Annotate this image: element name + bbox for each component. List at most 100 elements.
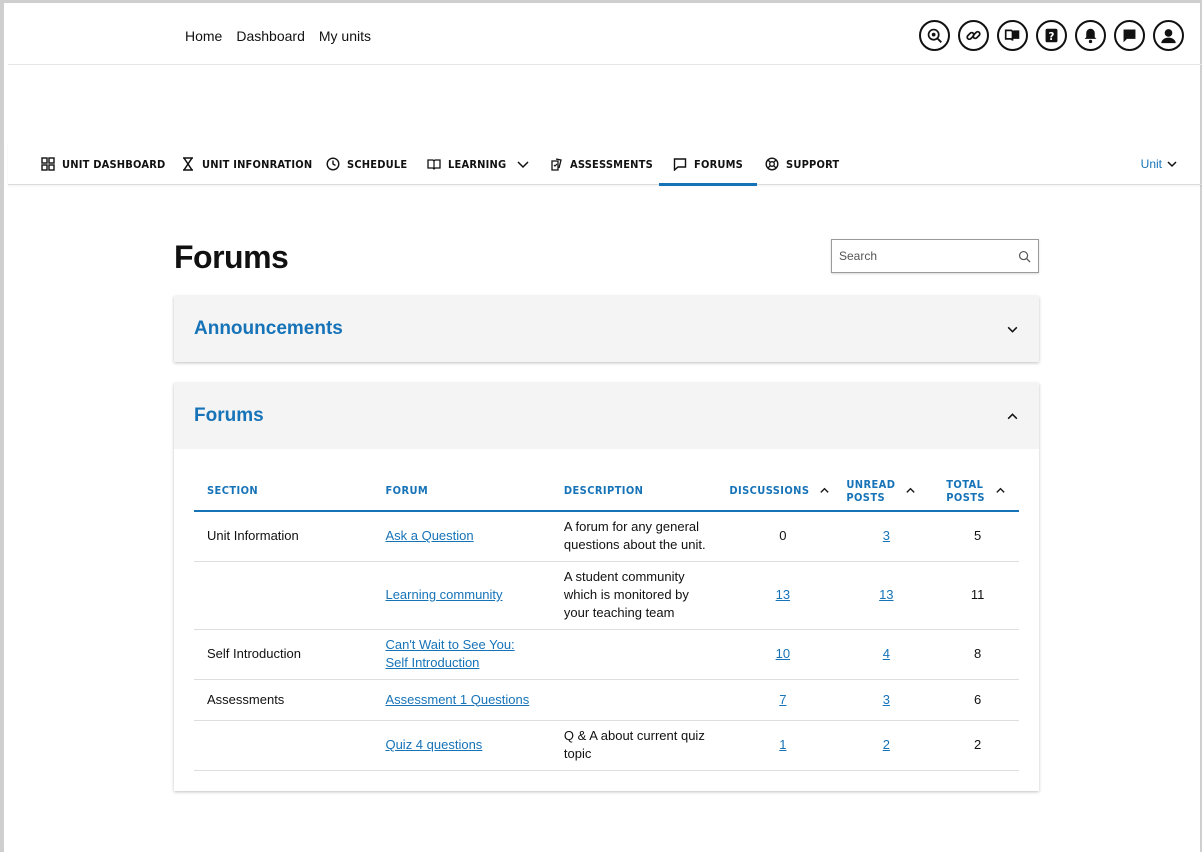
total-cell: 6 xyxy=(936,679,1019,721)
nav-forums[interactable]: FORUMS xyxy=(658,143,758,186)
announcements-panel: Announcements xyxy=(174,296,1039,362)
nav-schedule[interactable]: SCHEDULE xyxy=(326,143,407,185)
unread-link[interactable]: 4 xyxy=(883,646,890,661)
description-cell: Q & A about current quiz topic xyxy=(550,720,730,771)
unit-selector-label: Unit xyxy=(1140,157,1162,171)
discussions-link[interactable]: 1 xyxy=(779,737,786,752)
forums-table: SECTION FORUM DESCRIPTION DISCUSSIONS UN… xyxy=(194,469,1019,771)
unread-cell: 2 xyxy=(836,720,937,771)
sort-up-icon xyxy=(906,487,915,493)
unread-link[interactable]: 13 xyxy=(879,587,893,602)
forum-link[interactable]: Assessment 1 Questions xyxy=(385,692,529,707)
total-posts-label: TOTAL POSTS xyxy=(946,478,985,504)
forum-link[interactable]: Ask a Question xyxy=(385,528,473,543)
section-cell xyxy=(194,561,373,630)
section-cell: Unit Information xyxy=(194,511,373,562)
lifebuoy-icon xyxy=(765,157,779,171)
forums-panel: Forums SECTION FORUM DESCRIPTION DISCUSS… xyxy=(174,383,1039,791)
dashboard-link[interactable]: Dashboard xyxy=(236,28,305,44)
chevron-up-icon xyxy=(1007,412,1018,419)
forum-icon xyxy=(673,158,687,171)
section-cell: Self Introduction xyxy=(194,629,373,680)
hourglass-icon xyxy=(183,157,193,171)
table-row: Self Introduction Can't Wait to See You:… xyxy=(194,629,1019,680)
nav-label: ASSESSMENTS xyxy=(570,157,653,171)
forum-link[interactable]: Learning community xyxy=(385,587,502,602)
total-cell: 8 xyxy=(936,629,1019,680)
sort-up-icon xyxy=(996,487,1005,493)
forum-cell: Can't Wait to See You: Self Introduction xyxy=(372,629,551,680)
forum-link[interactable]: Quiz 4 questions xyxy=(385,737,482,752)
search-input[interactable] xyxy=(839,249,1009,263)
sort-up-icon xyxy=(820,487,830,493)
nav-unit-dashboard[interactable]: UNIT DASHBOARD xyxy=(41,143,165,185)
column-header-unread-posts[interactable]: UNREAD POSTS xyxy=(836,469,937,512)
forum-cell: Learning community xyxy=(372,561,551,630)
nav-unit-information[interactable]: UNIT INFONRATION xyxy=(181,143,312,185)
discussions-cell: 13 xyxy=(729,561,837,630)
description-cell: A forum for any general questions about … xyxy=(550,511,730,562)
svg-text:?: ? xyxy=(1049,32,1055,43)
discussions-cell: 1 xyxy=(729,720,837,771)
unread-cell: 3 xyxy=(836,511,937,562)
accessibility-icon[interactable] xyxy=(919,20,950,51)
table-row: Unit Information Ask a Question A forum … xyxy=(194,511,1019,562)
grid-icon xyxy=(41,157,55,171)
forum-link[interactable]: Can't Wait to See You: Self Introduction xyxy=(385,637,514,670)
search-icon[interactable] xyxy=(1018,250,1031,263)
total-cell: 11 xyxy=(936,561,1019,630)
help-icon[interactable]: ? xyxy=(1036,20,1067,51)
nav-assessments[interactable]: ASSESSMENTS xyxy=(549,143,653,185)
forum-cell: Ask a Question xyxy=(372,511,551,562)
section-cell: Assessments xyxy=(194,679,373,721)
column-header-total-posts[interactable]: TOTAL POSTS xyxy=(936,469,1019,512)
unread-link[interactable]: 2 xyxy=(883,737,890,752)
column-header-discussions[interactable]: DISCUSSIONS xyxy=(729,469,837,512)
total-label-line2: POSTS xyxy=(946,490,985,504)
table-row: Learning community A student community w… xyxy=(194,561,1019,630)
section-cell xyxy=(194,720,373,771)
announcements-title: Announcements xyxy=(194,318,343,339)
link-icon[interactable] xyxy=(958,20,989,51)
total-label-line1: TOTAL xyxy=(946,477,984,491)
table-row: Quiz 4 questions Q & A about current qui… xyxy=(194,720,1019,771)
description-cell xyxy=(550,679,730,721)
description-cell: A student community which is monitored b… xyxy=(550,561,730,630)
clock-icon xyxy=(326,157,340,171)
chat-icon[interactable] xyxy=(1114,20,1145,51)
book-icon xyxy=(427,159,441,170)
table-row: Assessments Assessment 1 Questions 7 3 6 xyxy=(194,679,1019,721)
nav-label: SUPPORT xyxy=(786,157,840,171)
forums-header[interactable]: Forums xyxy=(174,383,1039,449)
announcements-header[interactable]: Announcements xyxy=(174,296,1039,362)
column-header-forum: FORUM xyxy=(372,469,551,512)
chevron-down-icon xyxy=(517,161,529,169)
discussions-link[interactable]: 7 xyxy=(779,692,786,707)
profile-icon[interactable] xyxy=(1153,20,1184,51)
forum-cell: Assessment 1 Questions xyxy=(372,679,551,721)
unread-cell: 13 xyxy=(836,561,937,630)
library-icon[interactable] xyxy=(997,20,1028,51)
unread-cell: 3 xyxy=(836,679,937,721)
my-units-link[interactable]: My units xyxy=(319,28,371,44)
nav-support[interactable]: SUPPORT xyxy=(765,143,839,185)
unread-link[interactable]: 3 xyxy=(883,692,890,707)
top-links: Home Dashboard My units xyxy=(185,28,371,44)
unread-label-line1: UNREAD xyxy=(846,477,896,491)
discussions-cell: 0 xyxy=(729,511,837,562)
home-link[interactable]: Home xyxy=(185,28,222,44)
unread-posts-label: UNREAD POSTS xyxy=(846,478,895,504)
nav-learning[interactable]: LEARNING xyxy=(427,143,530,185)
discussions-link[interactable]: 13 xyxy=(776,587,790,602)
top-navigation: Home Dashboard My units ? xyxy=(8,6,1202,65)
nav-label: FORUMS xyxy=(694,157,744,171)
page-title: Forums xyxy=(174,239,289,275)
total-cell: 2 xyxy=(936,720,1019,771)
unread-link[interactable]: 3 xyxy=(883,528,890,543)
column-header-section: SECTION xyxy=(194,469,373,512)
nav-label: UNIT INFONRATION xyxy=(202,157,313,171)
unit-selector[interactable]: Unit xyxy=(1141,143,1178,185)
bell-icon[interactable] xyxy=(1075,20,1106,51)
discussions-link[interactable]: 10 xyxy=(776,646,790,661)
nav-label: UNIT DASHBOARD xyxy=(62,157,166,171)
